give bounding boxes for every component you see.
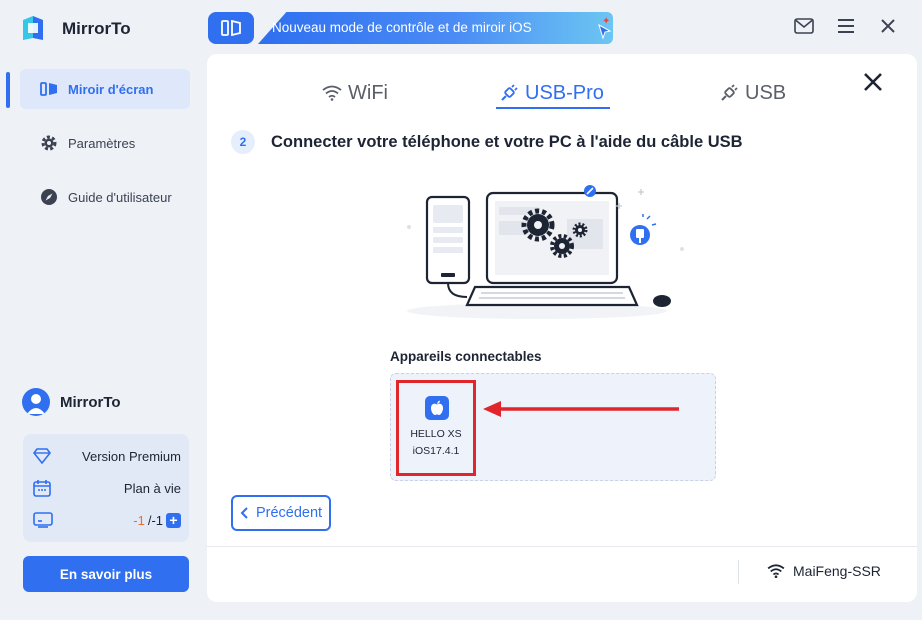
network-status: MaiFeng-SSR (767, 563, 881, 579)
sidebar-item-settings[interactable]: Paramètres (20, 123, 190, 163)
close-icon[interactable] (861, 70, 885, 94)
chevron-left-icon (240, 507, 248, 519)
mirror-mode-icon (208, 12, 254, 44)
menu-icon[interactable] (836, 16, 856, 36)
gear-icon (41, 135, 57, 151)
tab-usb-pro[interactable]: USB-Pro (499, 80, 604, 106)
diamond-icon (33, 448, 51, 464)
plan-version-row: Version Premium (33, 445, 181, 467)
devices-list: HELLO XS iOS17.4.1 (390, 373, 716, 481)
wifi-icon (767, 564, 785, 578)
usb-plug-icon (721, 84, 738, 101)
step-title: Connecter votre téléphone et votre PC à … (271, 133, 743, 151)
sidebar-item-screen-mirror[interactable]: Miroir d'écran (20, 69, 190, 109)
mirrorto-logo-icon (23, 16, 43, 40)
close-window-icon[interactable] (878, 16, 898, 36)
wifi-icon (322, 85, 342, 101)
device-name: HELLO XS (410, 428, 462, 440)
plan-version-label: Version Premium (82, 448, 181, 464)
tab-wifi[interactable]: WiFi (322, 80, 388, 106)
connection-illustration (407, 185, 684, 319)
add-device-button[interactable]: + (166, 512, 181, 528)
window-controls (794, 16, 898, 36)
plan-duration-label: Plan à vie (123, 480, 181, 496)
tab-label: USB-Pro (525, 81, 604, 104)
monitor-icon (33, 512, 53, 528)
cursor-icon (598, 24, 612, 40)
device-count-total: /-1 (147, 512, 163, 528)
footer-separator (738, 560, 739, 584)
device-os-version: iOS17.4.1 (412, 445, 460, 457)
sidebar-item-user-guide[interactable]: Guide d'utilisateur (20, 177, 190, 217)
sidebar-item-label: Paramètres (68, 135, 136, 151)
avatar (22, 388, 50, 416)
mail-icon[interactable] (794, 16, 814, 36)
learn-more-button[interactable]: En savoir plus (23, 556, 189, 592)
banner-text: Nouveau mode de contrôle et de miroir iO… (272, 20, 532, 35)
calendar-icon (33, 480, 51, 497)
previous-label: Précédent (255, 505, 323, 521)
sidebar-item-label: Miroir d'écran (68, 81, 154, 97)
usb-plug-icon (501, 84, 518, 101)
promo-banner[interactable]: Nouveau mode de contrôle et de miroir iO… (208, 12, 613, 44)
previous-button[interactable]: Précédent (231, 495, 331, 531)
plan-duration-row: Plan à vie (33, 477, 181, 499)
red-arrow-annotation (483, 401, 679, 417)
device-count-used: -1 (133, 512, 145, 528)
step-number-badge: 2 (231, 130, 255, 154)
user-profile[interactable]: MirrorTo (22, 388, 121, 416)
tab-usb[interactable]: USB (719, 80, 786, 106)
sidebar: Miroir d'écran Paramètres Guide d'utilis… (0, 56, 200, 620)
plan-devices-row: -1/-1 + (33, 509, 181, 531)
app-window: MirrorTo Nouveau mode de contrôle et de … (0, 0, 922, 620)
main-panel: WiFi USB-Pro USB 2 Connecter votre télép… (207, 54, 917, 602)
title-bar: MirrorTo Nouveau mode de contrôle et de … (0, 0, 922, 56)
footer-divider (207, 546, 917, 547)
app-title: MirrorTo (62, 19, 131, 38)
tab-label: USB (745, 81, 787, 104)
tab-label: WiFi (348, 81, 388, 104)
compass-icon (41, 189, 57, 205)
user-name: MirrorTo (60, 393, 121, 411)
device-count: -1/-1 + (133, 512, 181, 528)
devices-section-label: Appareils connectables (390, 349, 542, 364)
device-card[interactable]: HELLO XS iOS17.4.1 (396, 380, 476, 476)
sidebar-item-label: Guide d'utilisateur (68, 189, 172, 205)
active-tab-underline (496, 107, 610, 109)
plan-card: Version Premium Plan à vie -1/-1 + (23, 434, 189, 542)
screen-mirror-icon (40, 82, 57, 96)
active-nav-indicator (6, 72, 10, 108)
network-name: MaiFeng-SSR (793, 563, 881, 579)
apple-icon (425, 396, 449, 420)
